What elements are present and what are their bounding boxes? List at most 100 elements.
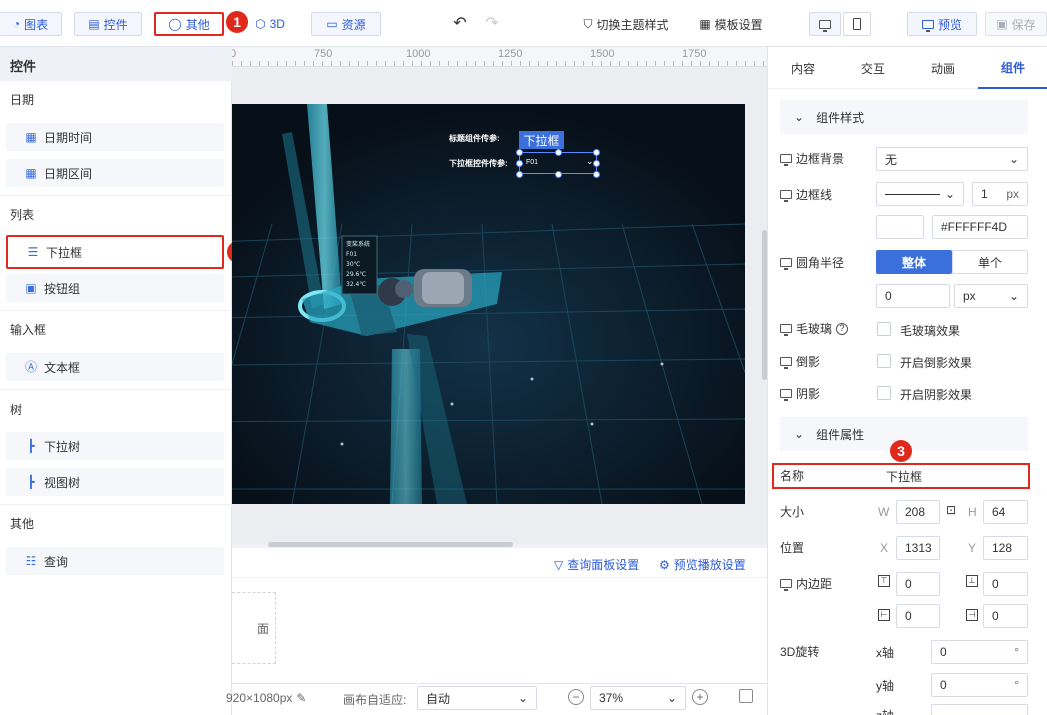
border-color-input[interactable]: #FFFFFF4D <box>932 215 1028 239</box>
desktop-view-button[interactable] <box>809 12 841 36</box>
radius-single-toggle[interactable]: 单个 <box>952 250 1028 274</box>
template-settings-button[interactable]: ▦ 模板设置 <box>692 12 770 36</box>
zoom-select[interactable]: 37% ⌄ <box>590 686 686 710</box>
x-axis-label: x轴 <box>876 646 895 660</box>
reflection-checkbox[interactable] <box>877 354 891 368</box>
name-input[interactable]: 下拉框 <box>876 466 1026 486</box>
widget-item-dropdown-tree[interactable]: ┣ 下拉树 <box>6 432 224 460</box>
resize-handle[interactable] <box>593 171 600 178</box>
shadow-checkbox[interactable] <box>877 386 891 400</box>
resize-handle[interactable] <box>555 171 562 178</box>
divider <box>0 310 232 311</box>
ruler-tick <box>610 61 611 66</box>
resize-handle[interactable] <box>593 149 600 156</box>
ruler-tick <box>574 61 575 66</box>
y-axis-input[interactable]: 0 ° <box>931 673 1028 697</box>
scene-preview[interactable]: 变桨系统 F01 30℃ 29.6℃ 32.4℃ 标题组件传参: 下拉框 下拉框… <box>232 104 745 504</box>
chart-button[interactable]: ◔ 图表 <box>0 12 62 36</box>
save-button[interactable]: ▣ 保存 <box>985 12 1047 36</box>
other-button[interactable]: ◯ 其他 <box>154 12 224 36</box>
ruler-tick <box>745 61 746 66</box>
z-axis-input[interactable] <box>931 704 1028 715</box>
widget-item-query[interactable]: ☷ 查询 <box>6 547 224 575</box>
info-card-line: F01 <box>346 251 357 258</box>
tab-content[interactable]: 内容 <box>768 47 838 89</box>
switch-theme-button[interactable]: ⛉ 切换主题样式 <box>574 12 678 36</box>
preview-icon <box>921 19 934 32</box>
resource-button[interactable]: ▭ 资源 <box>311 12 381 36</box>
tree-icon: ┣ <box>27 475 35 489</box>
x-axis-input[interactable]: 0 ° <box>931 640 1028 664</box>
height-input[interactable]: 64 <box>983 500 1028 524</box>
monitor-icon <box>780 190 792 202</box>
adapt-select[interactable]: 自动 ⌄ <box>417 686 537 710</box>
tab-component[interactable]: 组件 <box>978 47 1047 89</box>
widget-item-buttongroup[interactable]: ▣ 按钮组 <box>6 274 224 302</box>
redo-button[interactable]: ↷ <box>480 12 504 36</box>
chevron-down-icon: ⌄ <box>794 427 805 441</box>
size-label: 大小 <box>780 505 805 519</box>
ruler-tick <box>619 61 620 66</box>
ruler-tick <box>322 61 323 66</box>
zoom-in-button[interactable]: + <box>692 689 708 705</box>
zoom-out-button[interactable]: − <box>568 689 584 705</box>
x-input[interactable]: 1313 <box>896 536 940 560</box>
lock-icon[interactable]: ⊡ <box>946 504 956 516</box>
padding-left-input[interactable]: 0 <box>896 604 940 628</box>
resize-handle[interactable] <box>593 160 600 167</box>
gear-icon: ⚙ <box>659 557 670 572</box>
radius-whole-toggle[interactable]: 整体 <box>876 250 952 274</box>
tab-interaction[interactable]: 交互 <box>838 47 908 89</box>
resize-handle[interactable] <box>516 160 523 167</box>
border-bg-select[interactable]: 无 ⌄ <box>876 147 1028 171</box>
tree-icon: ┣ <box>27 439 35 453</box>
border-style-select[interactable]: ⌄ <box>876 182 964 206</box>
mobile-view-button[interactable] <box>843 12 871 36</box>
radius-unit-select[interactable]: px ⌄ <box>954 284 1028 308</box>
radius-input[interactable]: 0 <box>876 284 950 308</box>
chevron-down-icon: ⌄ <box>794 110 805 124</box>
3d-button[interactable]: ⬡ 3D <box>248 12 292 36</box>
preview-button[interactable]: 预览 <box>907 12 977 36</box>
widget-item-view-tree[interactable]: ┣ 视图树 <box>6 468 224 496</box>
width-input[interactable]: 208 <box>896 500 940 524</box>
widget-item-datetime[interactable]: ▦ 日期时间 <box>6 123 224 151</box>
widget-item-textbox[interactable]: Ⓐ 文本框 <box>6 353 224 381</box>
dropdown-chip[interactable]: 下拉框 <box>519 131 564 149</box>
ruler-tick <box>331 61 332 66</box>
glass-checkbox[interactable] <box>877 322 891 336</box>
add-page-placeholder[interactable]: 面 <box>232 592 276 664</box>
monitor-icon <box>780 324 792 336</box>
ruler-tick <box>448 61 449 66</box>
resize-handle[interactable] <box>516 171 523 178</box>
query-panel-settings[interactable]: ▽ 查询面板设置 <box>554 556 639 573</box>
padding-right-input[interactable]: 0 <box>983 604 1028 628</box>
desktop-icon <box>819 19 831 32</box>
y-input[interactable]: 128 <box>983 536 1028 560</box>
padding-bottom-input[interactable]: 0 <box>983 572 1028 596</box>
widget-item-daterange[interactable]: ▦ 日期区间 <box>6 159 224 187</box>
padding-label: 内边距 <box>780 575 832 592</box>
fit-screen-icon[interactable] <box>739 689 753 703</box>
dropdown-widget-selected[interactable]: F01 ⌄ <box>516 149 600 178</box>
help-icon[interactable]: ? <box>836 322 849 335</box>
resize-handle[interactable] <box>555 149 562 156</box>
undo-button[interactable]: ↶ <box>448 12 472 36</box>
tab-animation[interactable]: 动画 <box>908 47 978 89</box>
info-card-line: 30℃ <box>346 261 361 268</box>
border-color-swatch[interactable] <box>876 215 924 239</box>
resize-handle[interactable] <box>516 149 523 156</box>
border-width-input[interactable]: 1 px <box>972 182 1028 206</box>
canvas-size[interactable]: 920×1080px ✎ <box>226 691 306 705</box>
group-component-style[interactable]: ⌄ 组件样式 <box>780 100 1028 134</box>
dropdown-param-label: 下拉框控件传参: <box>449 159 508 168</box>
divider <box>0 504 232 505</box>
preview-play-settings[interactable]: ⚙ 预览播放设置 <box>659 556 746 573</box>
name-label: 名称 <box>780 469 805 483</box>
widget-button[interactable]: ▤ 控件 <box>74 12 142 36</box>
ruler-tick <box>592 61 593 66</box>
widget-item-dropdown[interactable]: ☰ 下拉框 <box>6 235 224 269</box>
padding-top-input[interactable]: 0 <box>896 572 940 596</box>
horizontal-scrollbar[interactable] <box>268 542 513 547</box>
ruler-tick <box>367 61 368 66</box>
